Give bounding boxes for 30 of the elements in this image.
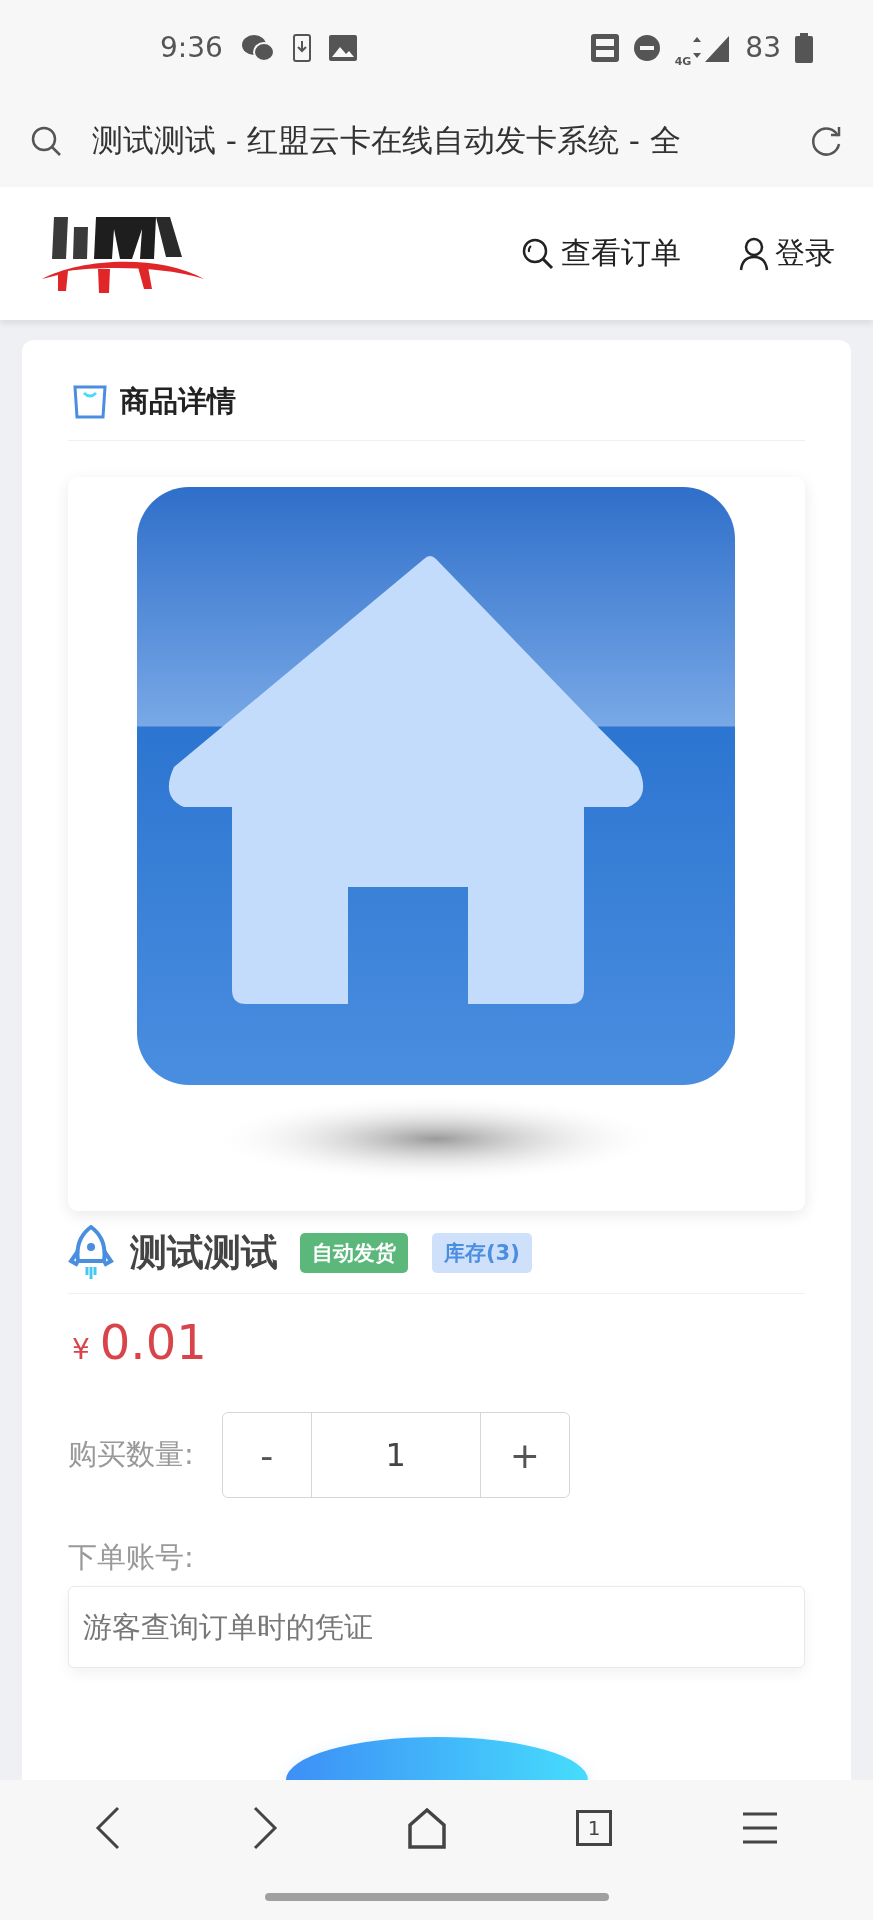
- menu-button[interactable]: [740, 1811, 779, 1845]
- account-field[interactable]: 游客查询订单时的凭证: [68, 1586, 805, 1668]
- tabs-button[interactable]: 1: [576, 1810, 613, 1846]
- home-button[interactable]: [407, 1807, 448, 1849]
- status-tag: 自动发货: [300, 1233, 408, 1273]
- reload-icon[interactable]: [809, 124, 843, 158]
- price: 0.01: [99, 1314, 207, 1370]
- quantity-label: 购买数量:: [68, 1436, 194, 1473]
- account-label: 下单账号:: [68, 1539, 195, 1576]
- do-not-disturb-icon: [632, 33, 661, 62]
- shopping-bag-icon: [72, 384, 108, 420]
- status-tag: 库存(3): [432, 1233, 532, 1273]
- chat-icon: [240, 33, 275, 62]
- nav-link[interactable]: 查看订单: [521, 233, 681, 274]
- search-icon: [521, 236, 555, 271]
- download-icon: [292, 33, 311, 62]
- image-icon: [328, 34, 357, 61]
- currency-symbol: ¥: [72, 1333, 90, 1366]
- network-type: 4G: [674, 55, 692, 68]
- user-icon: [739, 236, 769, 271]
- search-icon[interactable]: [30, 125, 62, 157]
- battery-icon: [795, 32, 813, 63]
- battery-level: 83: [745, 31, 781, 64]
- product-name: 测试测试: [130, 1230, 278, 1276]
- rocket-icon: [68, 1225, 114, 1281]
- quantity-stepper[interactable]: - 1 +: [221, 1412, 570, 1498]
- card-title: 商品详情: [120, 383, 236, 420]
- quantity-field[interactable]: 1: [310, 1413, 481, 1497]
- clock-time: 9:36: [160, 31, 223, 64]
- nav-link[interactable]: 登录: [739, 233, 835, 274]
